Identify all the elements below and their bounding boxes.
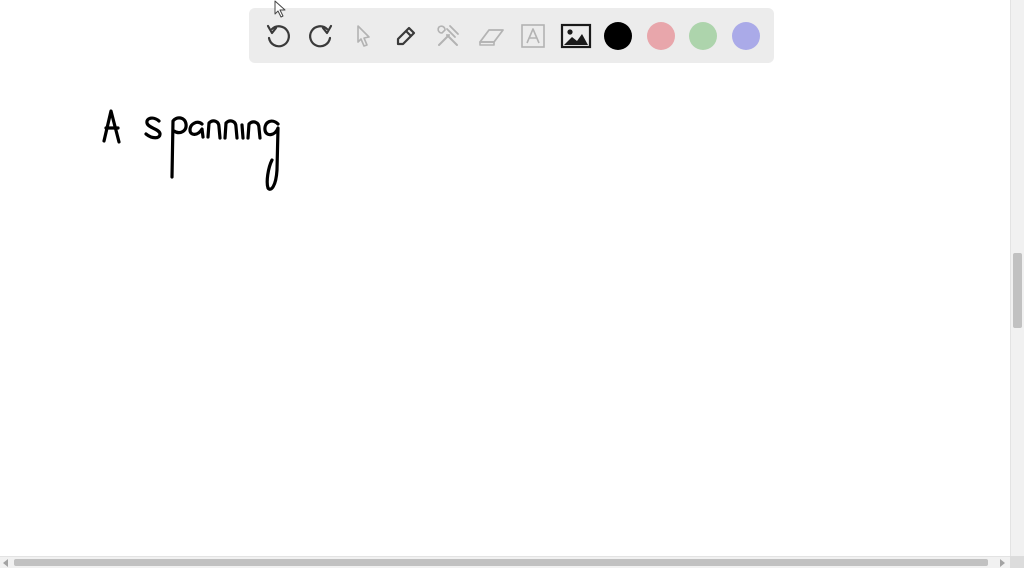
drawing-canvas[interactable]: A spanning	[0, 0, 1010, 556]
select-pointer-icon	[357, 24, 370, 47]
mouse-cursor-icon	[274, 0, 286, 18]
select-tool-button[interactable]	[342, 15, 384, 57]
color-swatch-pink	[646, 21, 675, 50]
vertical-scroll-thumb[interactable]	[1013, 253, 1022, 328]
undo-button[interactable]	[257, 15, 299, 57]
drawing-toolbar	[249, 8, 774, 63]
tools-button[interactable]	[427, 15, 469, 57]
color-green-button[interactable]	[682, 15, 724, 57]
pen-tool-button[interactable]	[385, 15, 427, 57]
scroll-right-arrow-icon[interactable]	[1000, 559, 1005, 567]
color-purple-button[interactable]	[725, 15, 767, 57]
redo-icon	[308, 24, 332, 47]
undo-icon	[266, 24, 290, 47]
color-swatch-green	[689, 21, 717, 50]
image-tool-button[interactable]	[555, 15, 597, 57]
eraser-icon	[478, 28, 504, 46]
image-icon	[560, 23, 591, 48]
pen-icon	[396, 26, 415, 45]
color-black-button[interactable]	[597, 15, 639, 57]
vertical-scrollbar[interactable]	[1010, 0, 1024, 556]
horizontal-scroll-thumb[interactable]	[14, 559, 988, 566]
handwritten-ink	[102, 109, 280, 191]
eraser-tool-button[interactable]	[470, 15, 512, 57]
scrollbar-corner	[1010, 556, 1024, 568]
color-swatch-purple	[731, 21, 760, 50]
horizontal-scrollbar[interactable]	[0, 556, 1010, 568]
color-pink-button[interactable]	[640, 15, 682, 57]
tools-icon	[437, 24, 459, 46]
redo-button[interactable]	[300, 15, 342, 57]
text-tool-button[interactable]	[512, 15, 554, 57]
text-box-icon	[521, 23, 545, 48]
scroll-left-arrow-icon[interactable]	[3, 559, 8, 567]
color-swatch-black	[604, 21, 632, 50]
